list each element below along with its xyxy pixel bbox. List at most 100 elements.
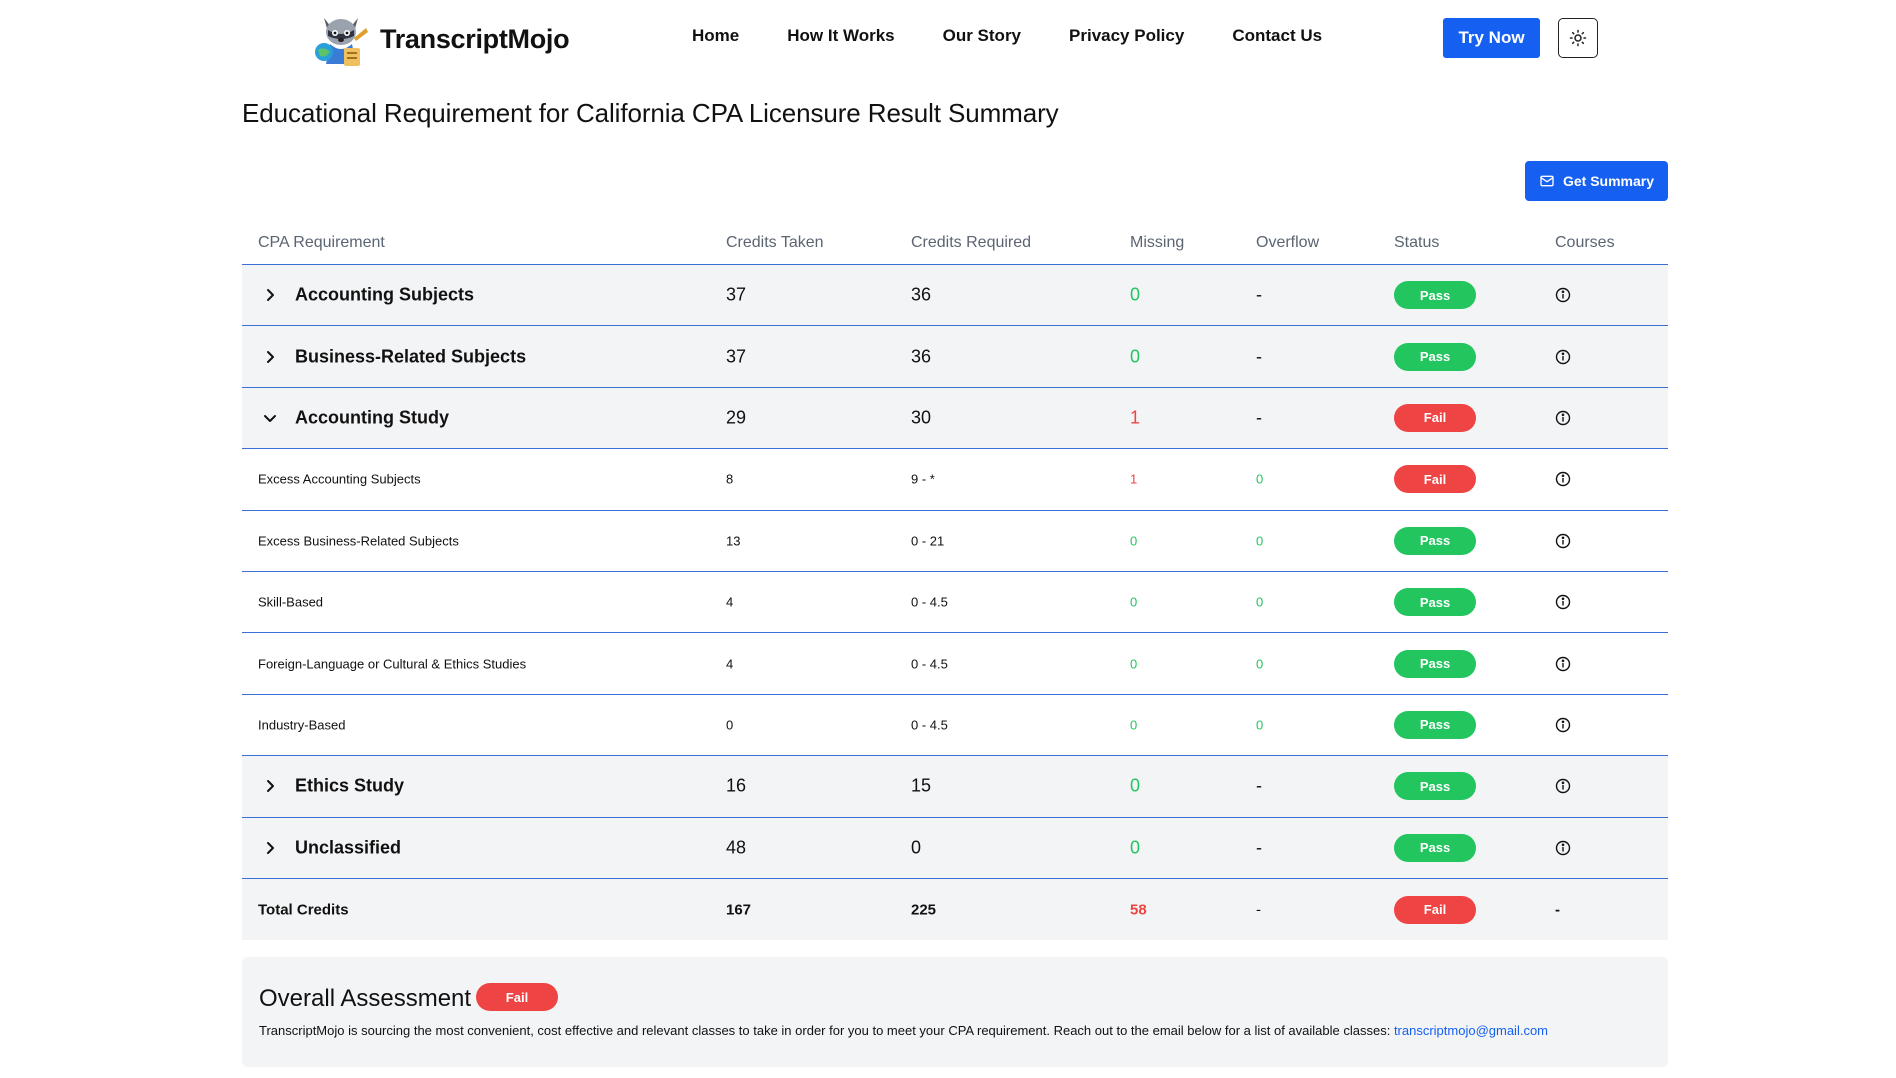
chevron-right-icon[interactable] bbox=[262, 287, 278, 303]
nav-privacy-policy-link[interactable]: Privacy Policy bbox=[1069, 26, 1184, 46]
chevron-right-icon[interactable] bbox=[262, 840, 278, 856]
info-icon[interactable] bbox=[1555, 349, 1571, 365]
requirement-name: Foreign-Language or Cultural & Ethics St… bbox=[258, 656, 527, 672]
overall-assessment-title: Overall Assessment bbox=[259, 985, 472, 1012]
overflow-credits: - bbox=[1256, 837, 1262, 858]
status-badge: Pass bbox=[1394, 342, 1476, 371]
info-icon[interactable] bbox=[1555, 410, 1571, 426]
overflow-credits: 0 bbox=[1256, 594, 1264, 610]
overall-assessment-text: TranscriptMojo is sourcing the most conv… bbox=[259, 1023, 1548, 1038]
status-badge: Pass bbox=[1394, 649, 1476, 678]
missing-credits: 0 bbox=[1130, 717, 1138, 733]
table-subrow-excess-accounting-subjects: Excess Accounting Subjects 8 9 - * 1 0 F… bbox=[242, 449, 1668, 511]
overall-status-badge: Fail bbox=[476, 983, 558, 1011]
header-credits-required: Credits Required bbox=[911, 234, 1032, 251]
table-row-business-related-subjects[interactable]: Business-Related Subjects 37 36 0 - Pass bbox=[242, 326, 1668, 388]
nav-our-story-link[interactable]: Our Story bbox=[943, 26, 1021, 46]
table-subrow-foreign-language: Foreign-Language or Cultural & Ethics St… bbox=[242, 633, 1668, 695]
requirement-name: Excess Business-Related Subjects bbox=[258, 533, 459, 549]
info-icon[interactable] bbox=[1555, 656, 1571, 672]
credits-required: 0 - 4.5 bbox=[911, 656, 948, 672]
status-badge: Pass bbox=[1394, 833, 1476, 862]
credits-taken: 4 bbox=[726, 656, 734, 672]
overflow-credits: - bbox=[1256, 775, 1262, 796]
nav-home-link[interactable]: Home bbox=[692, 26, 739, 46]
cpa-requirements-table: CPA Requirement Credits Taken Credits Re… bbox=[242, 222, 1668, 941]
table-subrow-industry-based: Industry-Based 0 0 - 4.5 0 0 Pass bbox=[242, 694, 1668, 757]
nav-how-it-works-link[interactable]: How It Works bbox=[787, 26, 894, 46]
info-icon[interactable] bbox=[1555, 533, 1571, 549]
credits-taken: 48 bbox=[726, 837, 747, 858]
requirement-name: Ethics Study bbox=[295, 775, 405, 796]
missing-credits: 0 bbox=[1130, 533, 1138, 549]
info-icon[interactable] bbox=[1555, 594, 1571, 610]
requirement-name: Industry-Based bbox=[258, 717, 346, 733]
missing-credits: 0 bbox=[1130, 346, 1141, 367]
info-icon[interactable] bbox=[1555, 840, 1571, 856]
chevron-down-icon[interactable] bbox=[262, 410, 278, 426]
overflow-credits: - bbox=[1256, 346, 1262, 367]
requirement-name: Business-Related Subjects bbox=[295, 346, 527, 367]
brand[interactable]: TranscriptMojo bbox=[310, 8, 570, 70]
status-badge: Pass bbox=[1394, 772, 1476, 801]
table-subrow-excess-business-related-subjects: Excess Business-Related Subjects 13 0 - … bbox=[242, 510, 1668, 572]
info-icon[interactable] bbox=[1555, 471, 1571, 487]
mail-icon bbox=[1540, 175, 1554, 187]
chevron-right-icon[interactable] bbox=[262, 349, 278, 365]
table-subrow-skill-based: Skill-Based 4 0 - 4.5 0 0 Pass bbox=[242, 571, 1668, 634]
brand-name: TranscriptMojo bbox=[380, 23, 570, 54]
credits-taken: 29 bbox=[726, 407, 747, 428]
chevron-right-icon[interactable] bbox=[262, 778, 278, 794]
total-missing: 58 bbox=[1130, 901, 1147, 919]
overflow-credits: 0 bbox=[1256, 717, 1264, 733]
nav-links: Home How It Works Our Story Privacy Poli… bbox=[692, 26, 1370, 46]
table-header: CPA Requirement Credits Taken Credits Re… bbox=[242, 222, 1668, 265]
table-row-unclassified[interactable]: Unclassified 48 0 0 - Pass bbox=[242, 817, 1668, 879]
overflow-credits: 0 bbox=[1256, 471, 1264, 487]
missing-credits: 0 bbox=[1130, 656, 1138, 672]
header-overflow: Overflow bbox=[1256, 234, 1320, 251]
requirement-name: Unclassified bbox=[295, 837, 402, 858]
theme-toggle-button[interactable] bbox=[1558, 18, 1598, 58]
nav-contact-us-link[interactable]: Contact Us bbox=[1232, 26, 1322, 46]
credits-required: 0 - 4.5 bbox=[911, 717, 948, 733]
status-badge: Pass bbox=[1394, 281, 1476, 310]
get-summary-label: Get Summary bbox=[1562, 173, 1655, 189]
contact-email-link[interactable]: transcriptmojo@gmail.com bbox=[1394, 1023, 1548, 1038]
overflow-credits: - bbox=[1256, 284, 1262, 305]
table-row-ethics-study[interactable]: Ethics Study 16 15 0 - Pass bbox=[242, 756, 1668, 818]
requirement-name: Accounting Subjects bbox=[295, 284, 475, 305]
header-status: Status bbox=[1394, 234, 1440, 251]
table-row-total-credits: Total Credits 167 225 58 - Fail - bbox=[242, 878, 1668, 941]
credits-taken: 8 bbox=[726, 471, 734, 487]
credits-taken: 4 bbox=[726, 594, 734, 610]
info-icon[interactable] bbox=[1555, 287, 1571, 303]
info-icon[interactable] bbox=[1555, 717, 1571, 733]
info-icon[interactable] bbox=[1555, 778, 1571, 794]
overflow-credits: 0 bbox=[1256, 656, 1264, 672]
header-missing: Missing bbox=[1130, 234, 1185, 251]
table-row-accounting-study[interactable]: Accounting Study 29 30 1 - Fail bbox=[242, 387, 1668, 450]
total-credits-required: 225 bbox=[911, 901, 937, 919]
overall-assessment-panel: Overall Assessment Fail TranscriptMojo i… bbox=[242, 957, 1668, 1067]
requirement-name: Skill-Based bbox=[258, 594, 324, 610]
missing-credits: 0 bbox=[1130, 775, 1141, 796]
try-now-button[interactable]: Try Now bbox=[1443, 18, 1540, 58]
credits-required: 36 bbox=[911, 346, 932, 367]
credits-taken: 16 bbox=[726, 775, 747, 796]
raccoon-logo-icon bbox=[315, 18, 368, 66]
total-overflow: - bbox=[1256, 901, 1261, 919]
missing-credits: 0 bbox=[1130, 284, 1141, 305]
overflow-credits: - bbox=[1256, 407, 1262, 428]
credits-required: 0 bbox=[911, 837, 922, 858]
total-courses: - bbox=[1555, 901, 1560, 919]
get-summary-button[interactable]: Get Summary bbox=[1525, 161, 1668, 201]
overall-message: TranscriptMojo is sourcing the most conv… bbox=[259, 1023, 1394, 1038]
missing-credits: 1 bbox=[1130, 471, 1138, 487]
table-row-accounting-subjects[interactable]: Accounting Subjects 37 36 0 - Pass bbox=[242, 265, 1668, 327]
credits-taken: 37 bbox=[726, 284, 747, 305]
overflow-credits: 0 bbox=[1256, 533, 1264, 549]
total-label: Total Credits bbox=[258, 901, 349, 919]
status-badge: Pass bbox=[1394, 588, 1476, 617]
status-badge: Fail bbox=[1394, 403, 1476, 432]
